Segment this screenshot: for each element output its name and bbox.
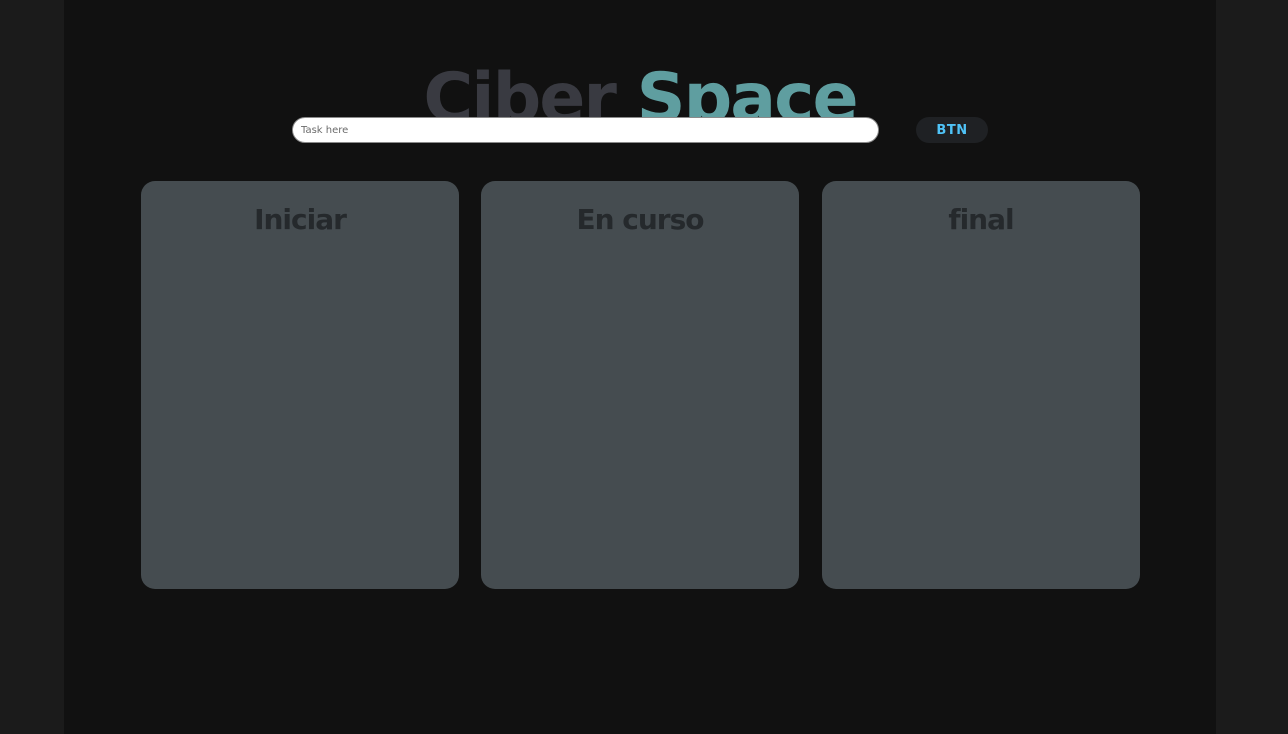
- add-task-button[interactable]: BTN: [916, 117, 988, 143]
- column-title-en-curso: En curso: [576, 203, 704, 236]
- column-en-curso[interactable]: En curso: [481, 181, 799, 589]
- column-title-iniciar: Iniciar: [254, 203, 347, 236]
- column-iniciar[interactable]: Iniciar: [141, 181, 459, 589]
- app-page: Ciber Space BTN Iniciar En curso final: [64, 0, 1216, 734]
- column-final[interactable]: final: [822, 181, 1140, 589]
- task-input[interactable]: [292, 117, 879, 143]
- column-title-final: final: [948, 203, 1014, 236]
